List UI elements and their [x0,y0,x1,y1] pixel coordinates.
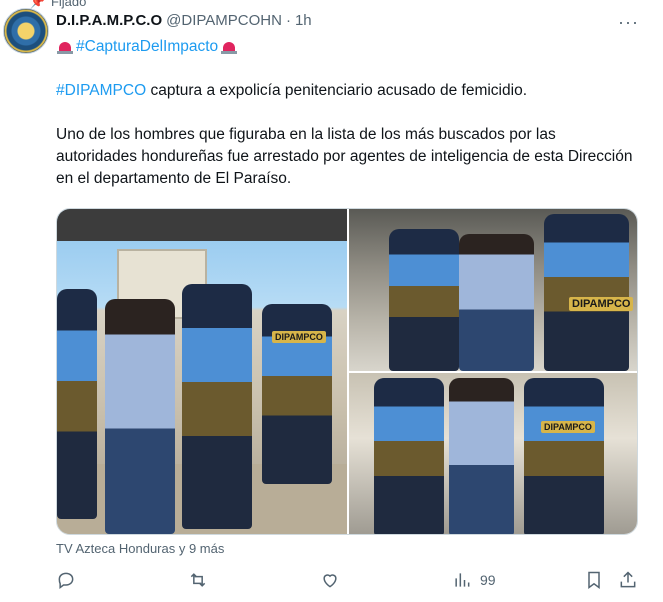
pin-icon: 📌 [30,0,45,9]
officer-figure [524,378,604,534]
post-header: D.I.P.A.M.P.C.O @DIPAMPCOHN · 1h [56,12,312,29]
share-button[interactable] [618,570,638,590]
hashtag-dipampco[interactable]: #DIPAMPCO [56,82,146,99]
separator-dot: · [285,12,291,29]
hashtag-captura[interactable]: #CapturaDelImpacto [76,36,218,58]
photo-2[interactable]: DIPAMPCO [349,209,637,371]
pinned-indicator: 📌 Fijado [30,0,86,9]
post-body: #CapturaDelImpacto #DIPAMPCO captura a e… [56,36,641,190]
avatar[interactable] [3,8,49,54]
canopy [57,209,347,241]
media-grid: DIPAMPCO DIPAMPCO DIPAMPCO [56,208,638,535]
views-icon [455,573,470,587]
retweet-button[interactable] [188,570,208,590]
author-name[interactable]: D.I.P.A.M.P.C.O [56,12,162,29]
badge-label: DIPAMPCO [569,297,634,311]
photo-3[interactable]: DIPAMPCO [349,373,637,534]
hashtag-line: #CapturaDelImpacto [56,36,641,58]
post-time[interactable]: 1h [295,12,312,29]
media-credit[interactable]: TV Azteca Honduras y 9 más [56,541,224,556]
paragraph-1-text: captura a expolicía penitenciario acusad… [146,82,527,99]
siren-icon [220,40,238,55]
bookmark-button[interactable] [584,570,604,590]
suspect-figure [449,378,514,534]
views-button[interactable]: 99 [452,570,496,590]
reply-button[interactable] [56,570,76,590]
siren-icon [56,40,74,55]
like-icon [323,574,337,588]
suspect-figure [459,234,534,371]
more-icon[interactable]: ··· [618,12,639,33]
action-bar: 99 [56,570,641,596]
share-icon [620,571,636,588]
reply-icon [58,572,74,589]
badge-label: DIPAMPCO [541,421,595,433]
like-button[interactable] [320,570,340,590]
post-paragraph-2: Uno de los hombres que figuraba en la li… [56,126,633,187]
suspect-figure [105,299,175,534]
author-handle[interactable]: @DIPAMPCOHN [166,12,282,29]
pinned-label: Fijado [50,0,87,9]
officer-figure [57,289,97,519]
post-paragraph-1: #DIPAMPCO captura a expolicía penitencia… [56,80,641,102]
photo-1[interactable]: DIPAMPCO [57,209,347,534]
bookmark-icon [588,571,600,589]
officer-figure [389,229,459,371]
officer-figure [544,214,629,371]
badge-label: DIPAMPCO [272,331,326,343]
retweet-icon [190,573,206,587]
officer-figure [374,378,444,534]
officer-figure [182,284,252,529]
views-count: 99 [480,572,496,588]
